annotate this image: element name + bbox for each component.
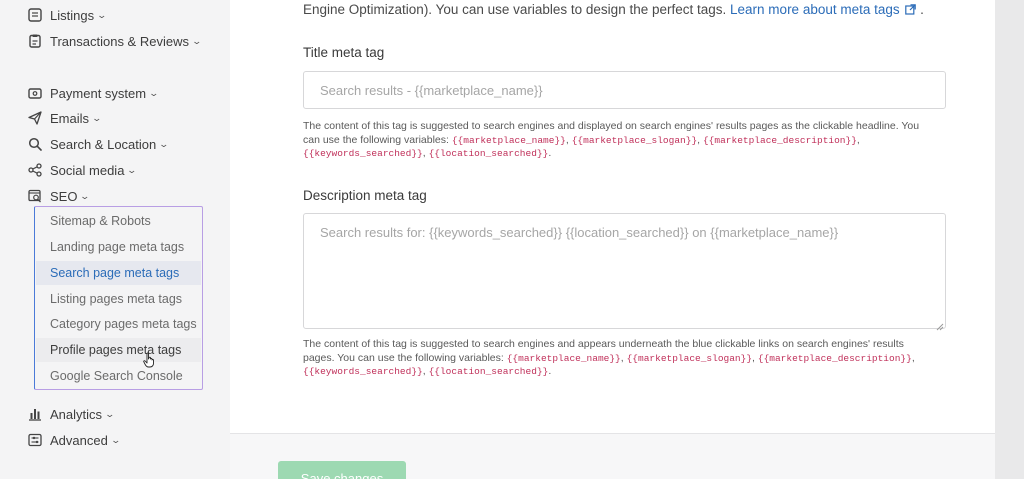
- description-meta-tag-label: Description meta tag: [303, 188, 427, 203]
- sidebar-item-social-media[interactable]: Social media ⌄: [27, 160, 138, 180]
- sidebar-item-analytics[interactable]: Analytics ⌄: [27, 404, 116, 424]
- sidebar-item-seo[interactable]: SEO ⌄: [27, 186, 91, 206]
- chevron-down-icon: ⌄: [110, 434, 121, 445]
- hand-cursor-icon: [143, 352, 155, 368]
- sidebar-item-label: Transactions & Reviews: [50, 33, 189, 49]
- sidebar-item-emails[interactable]: Emails ⌄: [27, 108, 103, 128]
- paper-plane-icon: [27, 110, 43, 126]
- variable-code: {{marketplace_slogan}}: [571, 134, 698, 146]
- variable-code: {{keywords_searched}}: [303, 148, 423, 159]
- chevron-down-icon: ⌄: [104, 408, 116, 419]
- intro-text: Engine Optimization). You can use variab…: [303, 2, 924, 17]
- sidebar-item-label: Emails: [50, 110, 90, 126]
- sidebar-item-label: Payment system: [50, 85, 147, 101]
- sidebar-subitem-google-search-console[interactable]: Google Search Console: [50, 364, 200, 388]
- sidebar-item-transactions[interactable]: Transactions & Reviews ⌄: [27, 31, 203, 51]
- learn-more-link[interactable]: Learn more about meta tags: [730, 2, 920, 17]
- chevron-down-icon: ⌄: [148, 87, 160, 98]
- sidebar-item-label: Listings: [50, 7, 95, 23]
- chevron-down-icon: ⌄: [126, 164, 138, 175]
- sidebar-item-listings[interactable]: Listings ⌄: [27, 5, 108, 25]
- resize-grip-icon[interactable]: [936, 318, 944, 331]
- title-meta-tag-help: The content of this tag is suggested to …: [303, 120, 920, 159]
- title-meta-tag-label: Title meta tag: [303, 45, 385, 60]
- sidebar-item-label: Advanced: [50, 432, 108, 448]
- bar-chart-icon: [27, 406, 43, 422]
- save-changes-button[interactable]: Save changes: [278, 461, 406, 479]
- description-meta-tag-help: The content of this tag is suggested to …: [303, 338, 915, 377]
- sidebar-item-label: Social media: [50, 162, 125, 178]
- sidebar-subitem-search-page-meta-tags[interactable]: Search page meta tags: [36, 261, 201, 285]
- sidebar-item-search-location[interactable]: Search & Location ⌄: [27, 134, 170, 154]
- description-meta-tag-textarea[interactable]: [303, 213, 946, 329]
- variable-code: {{marketplace_name}}: [451, 134, 566, 146]
- variable-code: {{marketplace_slogan}}: [626, 352, 753, 364]
- variable-code: {{marketplace_description}}: [757, 352, 912, 364]
- chevron-down-icon: ⌄: [79, 190, 91, 201]
- chevron-down-icon: ⌄: [96, 9, 108, 20]
- sidebar-subitem-profile-pages-meta-tags[interactable]: Profile pages meta tags: [36, 338, 201, 362]
- variable-code: {{marketplace_description}}: [702, 134, 857, 146]
- sidebar-item-label: Search & Location: [50, 136, 157, 152]
- sidebar-subitem-landing-page-meta-tags[interactable]: Landing page meta tags: [50, 235, 200, 259]
- title-meta-tag-input[interactable]: [303, 71, 946, 109]
- form-footer: Save changes: [230, 433, 995, 479]
- sidebar: Listings ⌄ Transactions & Reviews ⌄ Paym…: [0, 0, 230, 479]
- transactions-icon: [27, 33, 43, 49]
- variable-code: {{marketplace_name}}: [506, 352, 621, 364]
- sidebar-subitem-listing-pages-meta-tags[interactable]: Listing pages meta tags: [50, 287, 200, 311]
- seo-icon: [27, 188, 43, 204]
- variable-code: {{keywords_searched}}: [303, 366, 423, 377]
- chevron-down-icon: ⌄: [91, 112, 103, 123]
- share-icon: [27, 162, 43, 178]
- variable-code: {{location_searched}}: [428, 148, 549, 159]
- variable-code: {{location_searched}}: [428, 366, 549, 377]
- sidebar-item-payment-system[interactable]: Payment system ⌄: [27, 83, 160, 103]
- sidebar-item-advanced[interactable]: Advanced ⌄: [27, 430, 121, 450]
- main-content: Engine Optimization). You can use variab…: [230, 0, 995, 479]
- sidebar-item-label: SEO: [50, 188, 78, 204]
- payment-icon: [27, 85, 43, 101]
- external-link-icon: [905, 4, 917, 15]
- sidebar-subitem-sitemap-robots[interactable]: Sitemap & Robots: [50, 209, 200, 233]
- chevron-down-icon: ⌄: [158, 138, 170, 149]
- listings-icon: [27, 7, 43, 23]
- sidebar-item-label: Analytics: [50, 406, 103, 422]
- search-icon: [27, 136, 43, 152]
- sidebar-subitem-category-pages-meta-tags[interactable]: Category pages meta tags: [50, 312, 200, 336]
- chevron-down-icon: ⌄: [191, 35, 203, 46]
- advanced-icon: [27, 432, 43, 448]
